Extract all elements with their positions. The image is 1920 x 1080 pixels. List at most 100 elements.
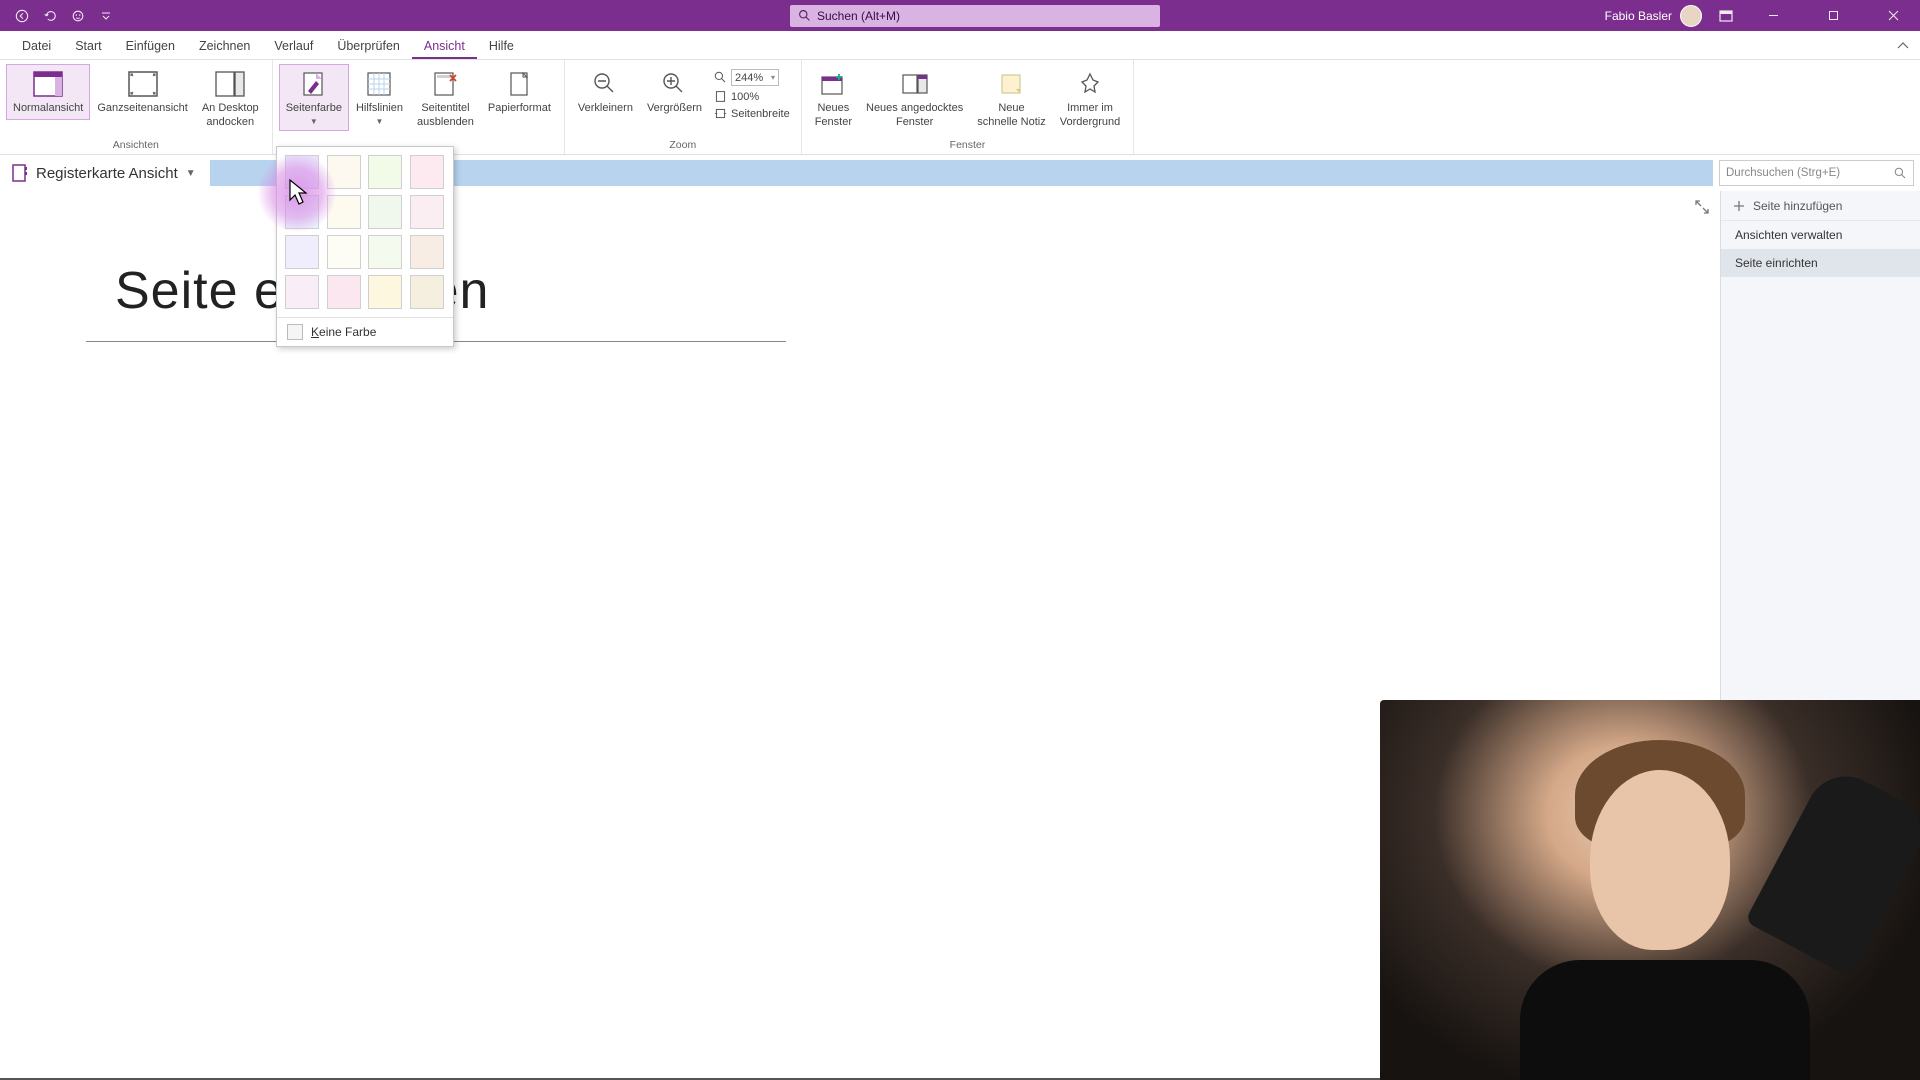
paper-size-button[interactable]: Papierformat	[481, 64, 558, 120]
tab-verlauf[interactable]: Verlauf	[262, 34, 325, 59]
pagewidth-icon	[714, 107, 727, 120]
color-swatch[interactable]	[368, 155, 402, 189]
tab-datei[interactable]: Datei	[10, 34, 63, 59]
quick-note-button[interactable]: Neue schnelle Notiz	[970, 64, 1052, 134]
zoom-in-button[interactable]: Vergrößern	[640, 64, 709, 120]
color-swatch[interactable]	[368, 235, 402, 269]
user-name: Fabio Basler	[1605, 9, 1672, 23]
expand-icon[interactable]	[1694, 199, 1710, 220]
quick-access-toolbar	[0, 6, 116, 26]
ribbon-group-views: Normalansicht Ganzseitenansicht An Deskt…	[0, 60, 273, 154]
no-color-swatch	[287, 324, 303, 340]
always-top-label: Immer im Vordergrund	[1060, 102, 1121, 130]
new-docked-window-button[interactable]: Neues angedocktes Fenster	[859, 64, 970, 134]
zoom-value-input[interactable]: 244%▾	[731, 69, 779, 86]
ribbon-group-views-label: Ansichten	[0, 139, 272, 154]
tab-ueberpruefen[interactable]: Überprüfen	[325, 34, 412, 59]
paper-size-icon	[503, 68, 535, 100]
touch-mode-icon[interactable]	[68, 6, 88, 26]
hide-title-button[interactable]: Seitentitel ausblenden	[410, 64, 481, 134]
color-swatch[interactable]	[410, 195, 444, 229]
page-color-button[interactable]: Seitenfarbe ▼	[279, 64, 349, 131]
color-swatch[interactable]	[410, 235, 444, 269]
notebook-icon	[10, 163, 30, 183]
quick-note-icon	[995, 68, 1027, 100]
normal-view-button[interactable]: Normalansicht	[6, 64, 90, 120]
page-list-item[interactable]: Ansichten verwalten	[1721, 221, 1920, 249]
color-swatch[interactable]	[368, 195, 402, 229]
user-account[interactable]: Fabio Basler	[1605, 5, 1702, 27]
no-color-label: Keine Farbe	[311, 325, 376, 339]
color-swatch[interactable]	[285, 235, 319, 269]
color-swatch[interactable]	[368, 275, 402, 309]
pin-icon	[1074, 68, 1106, 100]
tab-start[interactable]: Start	[63, 34, 113, 59]
new-window-icon	[817, 68, 849, 100]
dock-desktop-button[interactable]: An Desktop andocken	[195, 64, 266, 134]
close-button[interactable]	[1870, 0, 1916, 31]
ribbon-group-pagesetup: Seitenfarbe ▼ Hilfslinien ▼ Seitentitel …	[273, 60, 565, 154]
new-docked-window-label: Neues angedocktes Fenster	[866, 102, 963, 130]
add-page-button[interactable]: Seite hinzufügen	[1721, 191, 1920, 221]
tab-einfuegen[interactable]: Einfügen	[114, 34, 187, 59]
color-swatch[interactable]	[327, 275, 361, 309]
zoom-value-row[interactable]: 244%▾	[711, 68, 793, 87]
new-window-label: Neues Fenster	[815, 102, 852, 130]
hide-title-label: Seitentitel ausblenden	[417, 102, 474, 130]
collapse-ribbon-icon[interactable]	[1896, 39, 1910, 57]
zoom-out-label: Verkleinern	[578, 102, 633, 116]
section-dropdown[interactable]: Registerkarte Ansicht ▼	[0, 163, 206, 183]
color-swatch[interactable]	[285, 155, 319, 189]
page-search-input[interactable]: Durchsuchen (Strg+E)	[1719, 160, 1914, 186]
rule-lines-label: Hilfslinien	[356, 102, 403, 116]
ribbon-group-window-label: Fenster	[802, 139, 1134, 154]
chevron-down-icon: ▼	[376, 117, 384, 127]
tab-ansicht[interactable]: Ansicht	[412, 34, 477, 59]
customize-qat-icon[interactable]	[96, 6, 116, 26]
zoom-pagewidth-label: Seitenbreite	[731, 108, 790, 120]
ribbon-group-window: Neues Fenster Neues angedocktes Fenster …	[802, 60, 1135, 154]
maximize-button[interactable]	[1810, 0, 1856, 31]
color-swatch[interactable]	[410, 275, 444, 309]
fullpage-view-button[interactable]: Ganzseitenansicht	[90, 64, 195, 120]
ribbon-group-zoom: Verkleinern Vergrößern 244%▾ 100%	[565, 60, 802, 154]
color-swatch[interactable]	[410, 155, 444, 189]
new-window-button[interactable]: Neues Fenster	[808, 64, 859, 134]
chevron-down-icon: ▼	[310, 117, 318, 127]
search-icon	[798, 9, 811, 22]
always-top-button[interactable]: Immer im Vordergrund	[1053, 64, 1128, 134]
page-color-label: Seitenfarbe	[286, 102, 342, 116]
zoom-pagewidth-button[interactable]: Seitenbreite	[711, 106, 793, 121]
page-list-item[interactable]: Seite einrichten	[1721, 249, 1920, 277]
tab-zeichnen[interactable]: Zeichnen	[187, 34, 262, 59]
zoom-100-label: 100%	[731, 91, 759, 103]
normal-view-label: Normalansicht	[13, 102, 83, 116]
color-swatch[interactable]	[327, 155, 361, 189]
back-icon[interactable]	[12, 6, 32, 26]
dock-desktop-icon	[214, 68, 246, 100]
color-grid	[277, 147, 453, 317]
zoom-options: 244%▾ 100% Seitenbreite	[709, 64, 795, 125]
color-swatch[interactable]	[285, 195, 319, 229]
search-box[interactable]: Suchen (Alt+M)	[790, 5, 1160, 27]
ribbon-display-icon[interactable]	[1716, 6, 1736, 26]
color-swatch[interactable]	[285, 275, 319, 309]
section-name: Registerkarte Ansicht	[36, 165, 178, 182]
no-color-option[interactable]: Keine Farbe	[277, 317, 453, 346]
menu-bar: Datei Start Einfügen Zeichnen Verlauf Üb…	[0, 31, 1920, 60]
tab-hilfe[interactable]: Hilfe	[477, 34, 526, 59]
rule-lines-icon	[363, 68, 395, 100]
color-swatch[interactable]	[327, 235, 361, 269]
ribbon: Normalansicht Ganzseitenansicht An Deskt…	[0, 60, 1920, 155]
zoom-in-icon	[658, 68, 690, 100]
rule-lines-button[interactable]: Hilfslinien ▼	[349, 64, 410, 131]
zoom-100-button[interactable]: 100%	[711, 89, 793, 104]
hide-title-icon	[429, 68, 461, 100]
undo-icon[interactable]	[40, 6, 60, 26]
color-swatch[interactable]	[327, 195, 361, 229]
new-docked-window-icon	[899, 68, 931, 100]
zoom-out-button[interactable]: Verkleinern	[571, 64, 640, 120]
search-icon	[1894, 167, 1907, 180]
minimize-button[interactable]	[1750, 0, 1796, 31]
title-bar: Seite einrichten - OneNote Suchen (Alt+M…	[0, 0, 1920, 31]
